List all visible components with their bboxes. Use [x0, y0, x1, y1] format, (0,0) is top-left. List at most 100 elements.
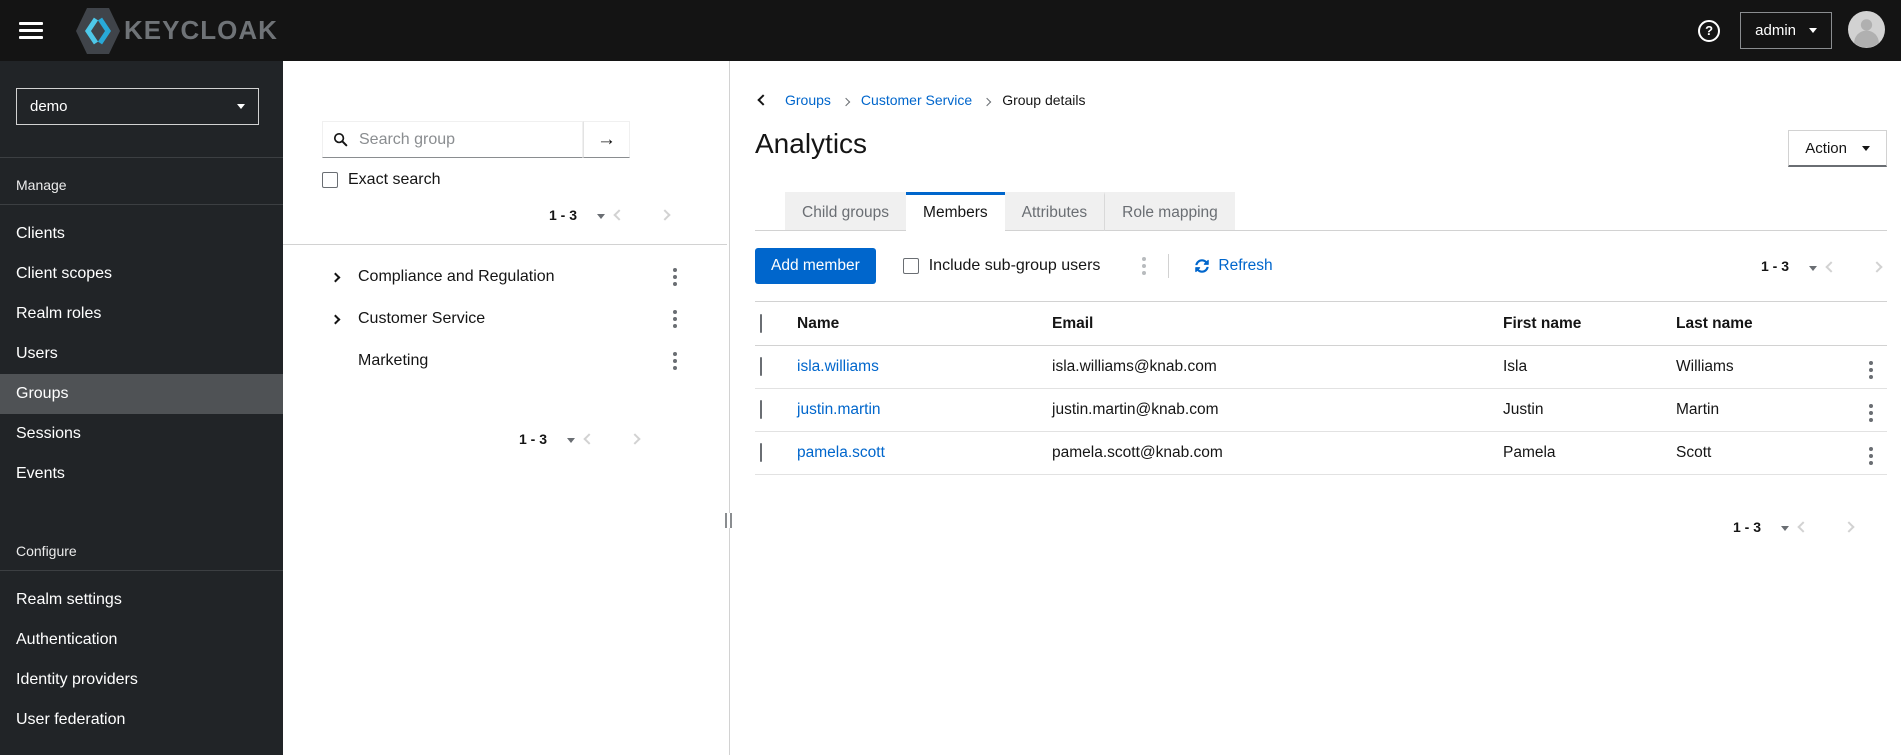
- tabs: Child groups Members Attributes Role map…: [755, 192, 1887, 231]
- column-header-name: Name: [797, 301, 1052, 346]
- sidebar-item-realm-roles[interactable]: Realm roles: [0, 294, 283, 334]
- splitter-drag-handle[interactable]: [725, 513, 732, 528]
- sidebar-item-clients[interactable]: Clients: [0, 214, 283, 254]
- realm-selector[interactable]: demo: [16, 88, 259, 125]
- tab-members[interactable]: Members: [906, 192, 1005, 231]
- members-toolbar: Add member Include sub-group users Refre…: [755, 248, 1887, 284]
- row-kebab-menu-button[interactable]: [1863, 443, 1879, 469]
- sidebar-nav: demo Manage Clients Client scopes Realm …: [0, 61, 283, 755]
- divider: [1168, 254, 1170, 278]
- tree-item-label[interactable]: Marketing: [358, 352, 428, 370]
- prev-page-button[interactable]: [609, 203, 629, 226]
- column-header-last-name: Last name: [1676, 301, 1853, 346]
- tree-item-label[interactable]: Customer Service: [358, 310, 485, 328]
- row-checkbox[interactable]: [760, 443, 762, 462]
- chevron-left-icon: [1825, 260, 1837, 273]
- user-menu-label: admin: [1755, 22, 1796, 39]
- member-name-link[interactable]: justin.martin: [797, 401, 881, 418]
- row-kebab-menu-button[interactable]: [1863, 357, 1879, 383]
- sidebar-item-authentication[interactable]: Authentication: [0, 620, 283, 660]
- sidebar-item-events[interactable]: Events: [0, 454, 283, 494]
- search-icon: [333, 132, 348, 147]
- sidebar-item-sessions[interactable]: Sessions: [0, 414, 283, 454]
- action-dropdown-label: Action: [1805, 139, 1847, 157]
- brand-text: KEYCLOAK: [124, 15, 278, 45]
- chevron-left-icon: [583, 433, 595, 445]
- avatar-icon: [1848, 10, 1885, 48]
- chevron-right-icon: [659, 209, 671, 221]
- divider: [0, 204, 283, 205]
- divider: [0, 570, 283, 571]
- avatar[interactable]: [1848, 10, 1885, 51]
- arrow-right-icon: →: [597, 128, 616, 150]
- kebab-menu-button[interactable]: [667, 306, 683, 332]
- member-first-name: Pamela: [1503, 431, 1676, 475]
- nav-toggle-hamburger-icon[interactable]: [19, 22, 43, 39]
- prev-page-button[interactable]: [579, 427, 599, 450]
- sidebar-item-realm-settings[interactable]: Realm settings: [0, 580, 283, 620]
- tree-item-customer-service: Customer Service: [322, 298, 687, 340]
- tabs-trailing-spacer: [1234, 192, 1887, 231]
- tab-attributes[interactable]: Attributes: [1004, 192, 1105, 231]
- member-name-link[interactable]: pamela.scott: [797, 444, 885, 461]
- breadcrumb-back-button[interactable]: [755, 94, 771, 106]
- breadcrumb-link-customer-service[interactable]: Customer Service: [861, 92, 972, 108]
- masthead: KEYCLOAK ? admin: [0, 0, 1901, 61]
- help-button[interactable]: ?: [1698, 19, 1721, 42]
- row-checkbox[interactable]: [760, 357, 762, 376]
- exact-search-checkbox[interactable]: [322, 172, 338, 188]
- group-search-input[interactable]: [357, 129, 572, 150]
- configure-nav-list: Realm settings Authentication Identity p…: [0, 580, 283, 740]
- row-checkbox[interactable]: [760, 400, 762, 419]
- member-name-link[interactable]: isla.williams: [797, 358, 879, 375]
- next-page-button[interactable]: [1839, 515, 1859, 538]
- tab-role-mapping[interactable]: Role mapping: [1104, 192, 1235, 231]
- page-title: Analytics: [755, 128, 868, 159]
- next-page-button[interactable]: [1867, 255, 1887, 278]
- select-all-checkbox[interactable]: [760, 313, 762, 333]
- exact-search-row: Exact search: [322, 171, 687, 189]
- row-kebab-menu-button[interactable]: [1863, 400, 1879, 426]
- kebab-menu-button[interactable]: [667, 348, 683, 374]
- next-page-button[interactable]: [625, 427, 645, 450]
- breadcrumb-link-groups[interactable]: Groups: [785, 92, 831, 108]
- members-table: Name Email First name Last name isla.wil…: [755, 301, 1887, 475]
- member-email: justin.martin@knab.com: [1052, 388, 1503, 432]
- per-page-dropdown[interactable]: [563, 427, 579, 450]
- sidebar-item-groups[interactable]: Groups: [0, 374, 283, 414]
- expand-toggle-button[interactable]: [322, 314, 358, 324]
- sidebar-item-users[interactable]: Users: [0, 334, 283, 374]
- per-page-dropdown[interactable]: [593, 203, 609, 226]
- action-dropdown-button[interactable]: Action: [1788, 130, 1887, 167]
- user-menu-dropdown[interactable]: admin: [1740, 12, 1832, 49]
- sidebar-item-identity-providers[interactable]: Identity providers: [0, 660, 283, 700]
- chevron-left-icon: [613, 209, 625, 221]
- sidebar-item-user-federation[interactable]: User federation: [0, 700, 283, 740]
- refresh-button[interactable]: Refresh: [1195, 257, 1273, 275]
- chevron-right-icon: [629, 433, 641, 445]
- tree-item-label[interactable]: Compliance and Regulation: [358, 268, 555, 286]
- kebab-menu-button[interactable]: [667, 264, 683, 290]
- expand-toggle-button[interactable]: [322, 272, 358, 282]
- caret-down-icon: [597, 214, 605, 219]
- add-member-button[interactable]: Add member: [755, 248, 876, 284]
- tab-child-groups[interactable]: Child groups: [785, 192, 907, 231]
- caret-down-icon: [1809, 265, 1817, 271]
- toolbar-kebab-menu-button[interactable]: [1136, 253, 1152, 279]
- member-email: isla.williams@knab.com: [1052, 345, 1503, 389]
- prev-page-button[interactable]: [1821, 255, 1841, 278]
- sidebar-item-client-scopes[interactable]: Client scopes: [0, 254, 283, 294]
- include-subgroup-row: Include sub-group users: [902, 257, 1100, 275]
- per-page-dropdown[interactable]: [1777, 515, 1793, 538]
- members-pagination-bottom: 1 - 3: [755, 515, 1887, 538]
- search-submit-button[interactable]: →: [583, 121, 630, 158]
- member-last-name: Martin: [1676, 388, 1853, 432]
- include-subgroup-checkbox[interactable]: [902, 258, 919, 274]
- per-page-dropdown[interactable]: [1805, 255, 1821, 278]
- prev-page-button[interactable]: [1793, 515, 1813, 538]
- breadcrumb: Groups Customer Service Group details: [755, 92, 1887, 108]
- next-page-button[interactable]: [655, 203, 675, 226]
- exact-search-label: Exact search: [348, 171, 441, 188]
- members-pagination-top: 1 - 3: [1761, 255, 1887, 278]
- group-details-panel: Groups Customer Service Group details An…: [733, 61, 1901, 755]
